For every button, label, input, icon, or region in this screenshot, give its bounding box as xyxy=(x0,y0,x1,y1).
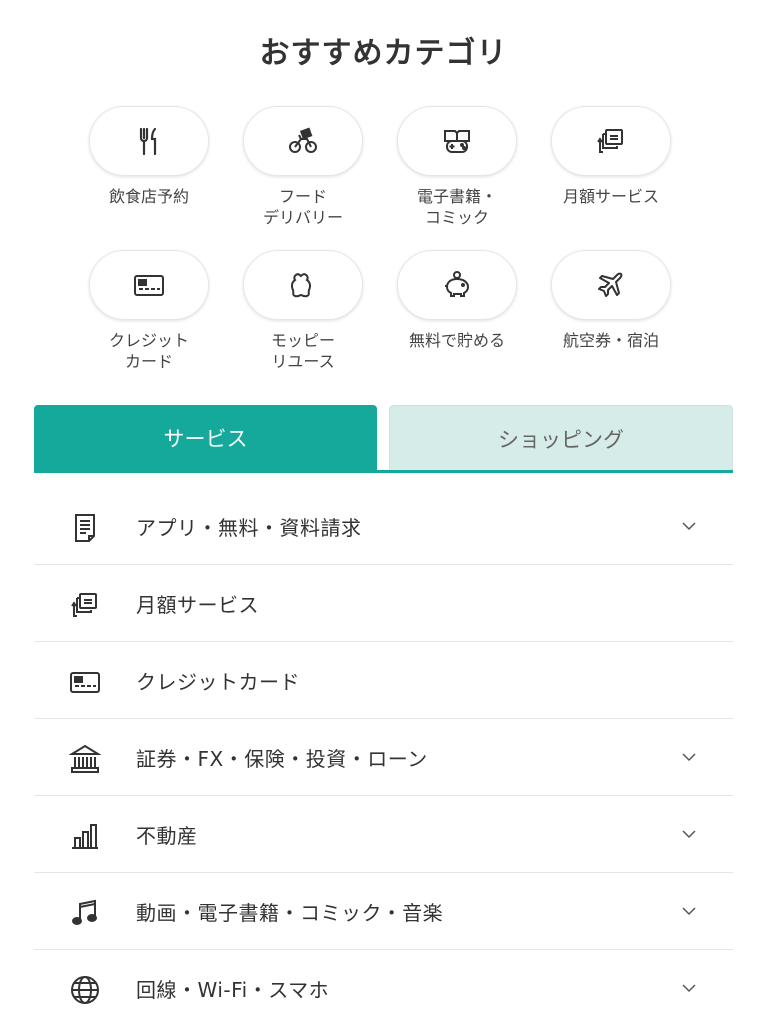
credit-card-icon xyxy=(68,665,102,699)
list-item-label: 動画・電子書籍・コミック・音楽 xyxy=(136,901,444,925)
category-label: 電子書籍・ コミック xyxy=(416,187,497,227)
list-item-monthly-service[interactable]: 月額サービス xyxy=(34,565,733,642)
book-gamepad-icon xyxy=(444,130,470,153)
list-item-securities-fx-insurance[interactable]: 証券・FX・保険・投資・ローン xyxy=(34,719,733,796)
category-button[interactable] xyxy=(243,250,363,320)
category-label: 飲食店予約 xyxy=(108,187,189,206)
bag-icon xyxy=(290,273,312,298)
list-item-video-ebook-music[interactable]: 動画・電子書籍・コミック・音楽 xyxy=(34,873,733,950)
music-note-icon xyxy=(68,896,102,930)
list-item-label: 証券・FX・保険・投資・ローン xyxy=(136,747,428,771)
chevron-down-icon[interactable] xyxy=(681,826,697,842)
service-category-list: アプリ・無料・資料請求 月額サービス クレジットカード 証券・FX・保険・投資・… xyxy=(34,488,733,1024)
list-item-app-free-docs[interactable]: アプリ・無料・資料請求 xyxy=(34,488,733,565)
subscription-icon xyxy=(597,129,623,153)
category-label: モッピー リユース xyxy=(270,331,335,371)
tab-underline xyxy=(34,470,733,473)
list-item-label: 回線・Wi-Fi・スマホ xyxy=(136,978,330,1002)
list-item-label: 不動産 xyxy=(136,824,198,848)
document-icon xyxy=(68,511,102,545)
credit-card-icon xyxy=(134,275,164,296)
list-item-label: アプリ・無料・資料請求 xyxy=(136,516,362,540)
fork-knife-icon xyxy=(139,127,157,156)
category-label: クレジット カード xyxy=(108,331,189,371)
category-button[interactable] xyxy=(551,250,671,320)
list-item-real-estate[interactable]: 不動産 xyxy=(34,796,733,873)
chevron-down-icon[interactable] xyxy=(681,749,697,765)
category-button[interactable] xyxy=(89,106,209,176)
bar-chart-icon xyxy=(68,819,102,853)
subscription-icon xyxy=(68,588,102,622)
category-button[interactable] xyxy=(243,106,363,176)
list-item-label: 月額サービス xyxy=(136,593,259,617)
category-restaurant-reservation[interactable]: 飲食店予約 xyxy=(72,106,226,207)
airplane-icon xyxy=(598,272,623,297)
category-food-delivery[interactable]: フード デリバリー xyxy=(226,106,380,228)
list-item-credit-card[interactable]: クレジットカード xyxy=(34,642,733,719)
category-label: フード デリバリー xyxy=(262,187,343,227)
category-button[interactable] xyxy=(397,106,517,176)
category-label: 無料で貯める xyxy=(408,331,505,350)
globe-icon xyxy=(68,973,102,1007)
page-title: おすすめカテゴリ xyxy=(259,36,508,71)
chevron-down-icon[interactable] xyxy=(681,903,697,919)
category-flight-hotel[interactable]: 航空券・宿泊 xyxy=(534,250,688,351)
list-item-label: クレジットカード xyxy=(136,670,300,694)
bank-icon xyxy=(68,742,102,776)
category-button[interactable] xyxy=(89,250,209,320)
category-credit-card[interactable]: クレジット カード xyxy=(72,250,226,372)
category-tabs: サービス ショッピング xyxy=(34,405,733,473)
tab-shopping[interactable]: ショッピング xyxy=(389,405,733,471)
category-ebook-comic[interactable]: 電子書籍・ コミック xyxy=(380,106,534,228)
category-button[interactable] xyxy=(551,106,671,176)
piggy-bank-icon xyxy=(445,271,470,297)
tab-service[interactable]: サービス xyxy=(34,405,377,471)
category-moppy-reuse[interactable]: モッピー リユース xyxy=(226,250,380,372)
chevron-down-icon[interactable] xyxy=(681,518,697,534)
chevron-down-icon[interactable] xyxy=(681,980,697,996)
category-monthly-service[interactable]: 月額サービス xyxy=(534,106,688,207)
category-save-free[interactable]: 無料で貯める xyxy=(380,250,534,351)
category-button[interactable] xyxy=(397,250,517,320)
category-label: 航空券・宿泊 xyxy=(562,331,659,350)
category-label: 月額サービス xyxy=(562,187,659,206)
list-item-internet-wifi-smartphone[interactable]: 回線・Wi-Fi・スマホ xyxy=(34,950,733,1024)
bicycle-delivery-icon xyxy=(289,127,317,153)
